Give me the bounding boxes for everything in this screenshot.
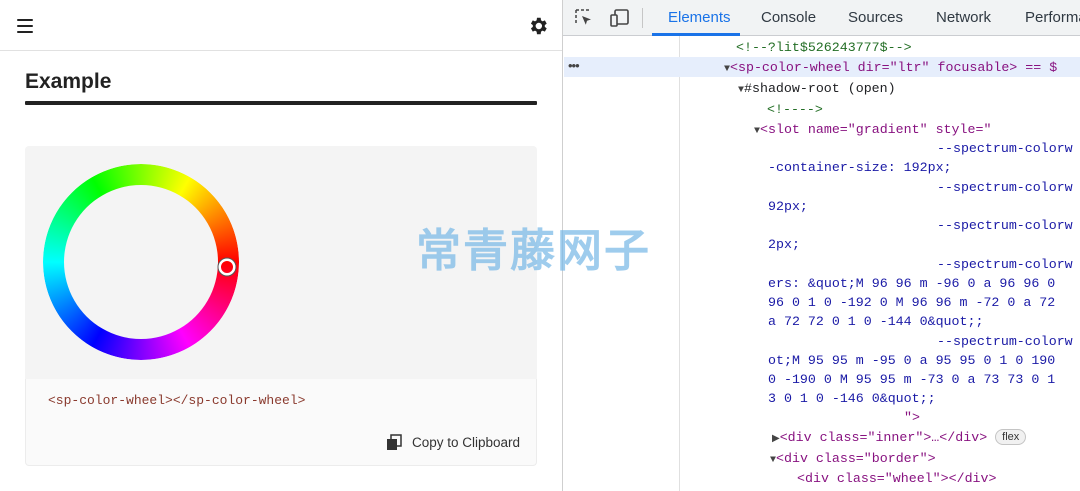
copy-label: Copy to Clipboard: [412, 434, 521, 450]
docs-pane: Example <sp-color-wheel></sp-color-wheel…: [0, 0, 562, 491]
gear-icon[interactable]: [527, 15, 549, 37]
dom-line: -container-size: 192px;: [768, 160, 952, 175]
dom-line-selected[interactable]: ▼<sp-color-wheel dir="ltr" focusable> ==…: [724, 58, 1057, 79]
dom-line[interactable]: ▼#shadow-root (open): [738, 79, 896, 100]
dom-line: 96 0 1 0 -192 0 M 96 96 m -72 0 a 72: [768, 295, 1056, 310]
example-heading: Example: [25, 70, 112, 93]
dom-line[interactable]: <div class="wheel"></div>: [797, 469, 997, 488]
dom-line: --spectrum-colorw: [937, 180, 1073, 195]
code-sample-box: <sp-color-wheel></sp-color-wheel> Copy t…: [25, 379, 537, 466]
dom-line[interactable]: <!--?lit$526243777$-->: [736, 38, 912, 57]
heading-rule: [25, 101, 537, 105]
copy-icon: [387, 433, 402, 450]
dom-line: ot;M 95 95 m -95 0 a 95 95 0 1 0 190: [768, 353, 1056, 368]
color-handle[interactable]: [218, 258, 236, 276]
dom-line: --spectrum-colorw: [937, 257, 1073, 272]
color-wheel[interactable]: [25, 146, 537, 379]
code-snippet: <sp-color-wheel></sp-color-wheel>: [48, 393, 306, 408]
device-toolbar-icon[interactable]: [610, 8, 630, 28]
tab-console[interactable]: Console: [761, 9, 816, 26]
dom-line: a 72 72 0 1 0 -144 0&quot;;: [768, 314, 984, 329]
example-preview: [25, 146, 537, 379]
dom-line: ers: &quot;M 96 96 m -96 0 a 96 96 0: [768, 276, 1056, 291]
more-actions-icon[interactable]: •••: [568, 58, 580, 73]
dom-line[interactable]: ▼<slot name="gradient" style=": [754, 120, 991, 141]
dom-line: --spectrum-colorw: [937, 334, 1073, 349]
dom-line[interactable]: <!---->: [767, 100, 823, 119]
top-bar: [0, 0, 562, 51]
devtools-panel: Elements Console Sources Network Perform…: [562, 0, 1080, 491]
dom-gutter: [563, 36, 680, 491]
dom-line[interactable]: ▼<div class="border">: [770, 449, 936, 470]
tab-elements[interactable]: Elements: [668, 9, 731, 26]
inspect-element-icon[interactable]: [574, 8, 594, 28]
copy-to-clipboard-button[interactable]: Copy to Clipboard: [386, 432, 520, 452]
dom-line: 0 -190 0 M 95 95 m -73 0 a 73 73 0 1: [768, 372, 1056, 387]
dom-line: 2px;: [768, 237, 800, 252]
dom-line[interactable]: ▶<div class="inner">…</div> flex: [772, 428, 1027, 449]
dom-line: 3 0 1 0 -146 0&quot;;: [768, 391, 936, 406]
tab-sources[interactable]: Sources: [848, 9, 903, 26]
tab-performance[interactable]: Performa: [1025, 9, 1080, 26]
devtools-tabbar: Elements Console Sources Network Perform…: [563, 0, 1080, 36]
dom-line: 92px;: [768, 199, 808, 214]
dom-line: ">: [904, 410, 920, 425]
flex-badge[interactable]: flex: [995, 429, 1027, 445]
dom-line: --spectrum-colorw: [937, 218, 1073, 233]
hamburger-menu-icon[interactable]: [17, 19, 33, 33]
tab-network[interactable]: Network: [936, 9, 991, 26]
dom-line: --spectrum-colorw: [937, 141, 1073, 156]
